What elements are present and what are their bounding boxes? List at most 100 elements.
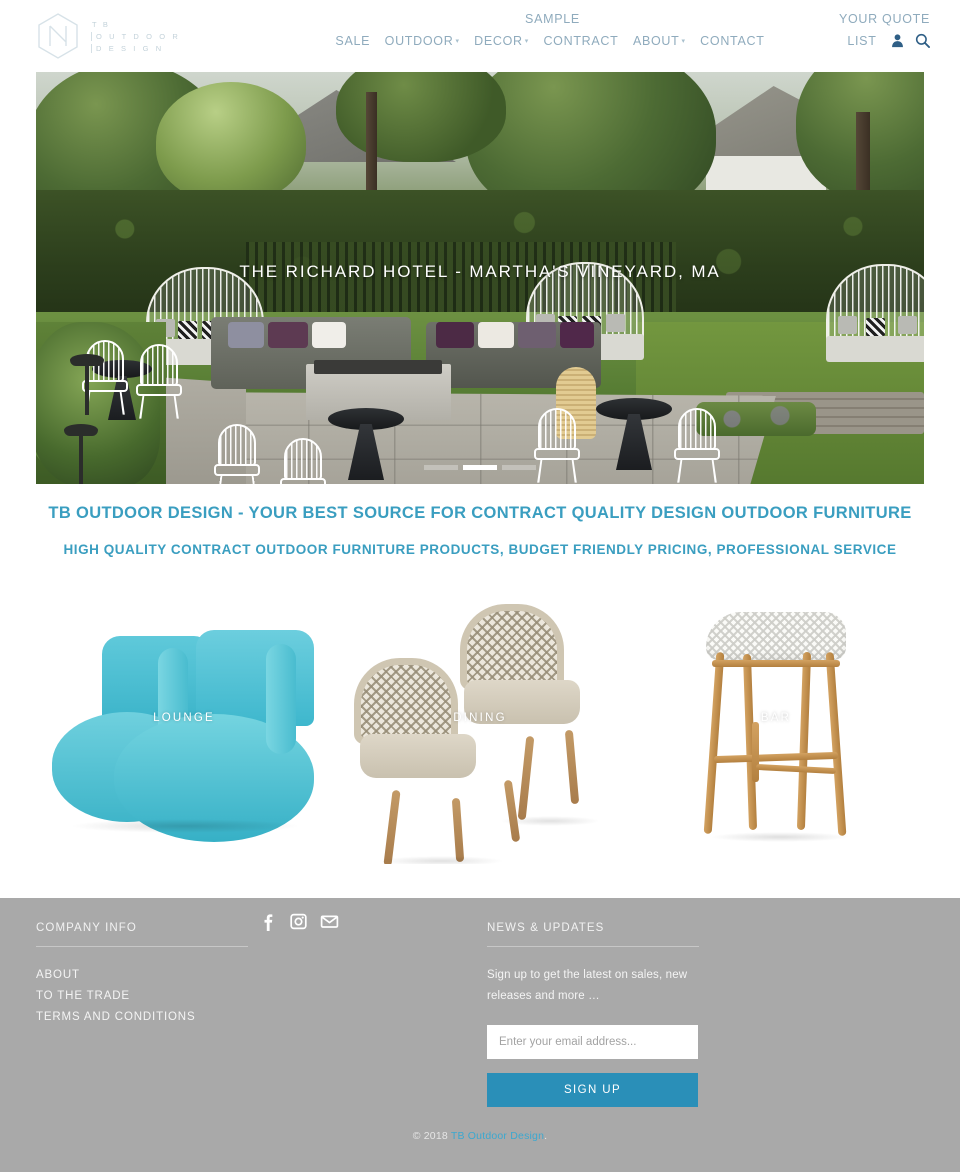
hero-dot-1[interactable] — [424, 465, 458, 470]
nav-label-outdoor: OUTDOOR — [384, 34, 454, 48]
category-card-bar[interactable]: BAR — [628, 594, 924, 864]
copyright-line: © 2018 TB Outdoor Design. — [0, 1130, 960, 1142]
drop-shadow — [70, 819, 300, 833]
user-icon[interactable] — [890, 33, 905, 48]
chair-legs — [217, 475, 257, 484]
chevron-down-icon: ▾ — [681, 38, 686, 45]
daybed-base — [826, 336, 924, 362]
hexagon-logo-icon — [38, 13, 78, 59]
cushion — [268, 322, 308, 348]
chair-back — [354, 658, 458, 744]
cushion — [436, 322, 474, 348]
footer-company-heading: COMPANY INFO — [36, 922, 137, 934]
footer-link-about[interactable]: ABOUT — [36, 965, 248, 986]
lounge-backrest — [196, 630, 314, 726]
stool-stretcher — [755, 763, 837, 775]
footer-company-links: ABOUT TO THE TRADE TERMS AND CONDITIONS — [36, 965, 248, 1028]
nav-item-contract[interactable]: CONTRACT — [538, 31, 623, 52]
light-pole — [85, 365, 89, 415]
search-icon[interactable] — [915, 33, 930, 48]
category-grid: LOUNGE DINING BAR — [36, 594, 924, 864]
stool-leg — [703, 651, 725, 835]
instagram-icon[interactable] — [289, 912, 308, 931]
nav-label-about: ABOUT — [632, 34, 680, 48]
nav-item-about[interactable]: ABOUT ▾ — [628, 31, 691, 54]
pillow — [898, 316, 917, 334]
stool-rail — [712, 660, 840, 667]
quote-list-link-top[interactable]: YOUR QUOTE — [839, 12, 930, 26]
cushion — [478, 322, 514, 348]
stool-leg — [825, 651, 847, 837]
pillow — [838, 316, 857, 334]
site-logo[interactable]: T B O U T D O O R D E S I G N — [36, 12, 180, 60]
nav-label-decor: DECOR — [474, 34, 523, 48]
stool-leg — [796, 651, 812, 831]
chair-legs — [677, 459, 717, 483]
logo-text-design: D E S I G N — [91, 43, 180, 53]
chair-back — [218, 424, 256, 466]
fire-pit-top — [314, 360, 442, 374]
wire-chair — [136, 344, 182, 419]
footer-company-column: COMPANY INFO ABOUT TO THE TRADE TERMS AN… — [36, 922, 248, 1028]
cushion — [228, 322, 264, 348]
hero-pagination[interactable] — [36, 465, 924, 470]
chair-back — [140, 344, 178, 386]
nav-item-outdoor[interactable]: OUTDOOR ▾ — [380, 31, 465, 54]
quote-list-link-bottom[interactable]: LIST — [847, 34, 876, 48]
chair-seat — [464, 680, 580, 724]
chair-back — [538, 408, 576, 450]
hero-slider[interactable]: THE RICHARD HOTEL - MARTHA'S VINEYARD, M… — [36, 72, 924, 484]
stool-footrest — [713, 751, 839, 764]
chair-seat — [674, 448, 720, 460]
nav-item-decor[interactable]: DECOR ▾ — [469, 31, 534, 54]
site-footer: COMPANY INFO ABOUT TO THE TRADE TERMS AN… — [0, 898, 960, 1172]
stool-stretcher — [752, 722, 759, 782]
drop-shadow — [710, 832, 850, 842]
pillow — [178, 321, 197, 339]
category-card-dining[interactable]: DINING — [332, 594, 628, 864]
dining-illustration — [332, 594, 628, 864]
nav-row-main: SALE OUTDOOR ▾ DECOR ▾ CONTRACT ABOUT ▾ CON… — [300, 30, 800, 54]
newsletter-signup-button[interactable]: SIGN UP — [487, 1073, 698, 1107]
category-card-lounge[interactable]: LOUNGE — [36, 594, 332, 864]
header-icon-row — [890, 33, 930, 48]
cushion — [312, 322, 346, 348]
chair-back — [678, 408, 716, 450]
footer-news-copy: Sign up to get the latest on sales, new … — [487, 969, 688, 1002]
quote-list-line1: YOUR QUOTE — [839, 8, 930, 30]
tree — [156, 82, 306, 202]
quote-list-line2: LIST — [839, 30, 930, 52]
tree — [336, 72, 506, 162]
nav-item-contact[interactable]: CONTACT — [695, 31, 769, 52]
main-navigation: SAMPLE SALE OUTDOOR ▾ DECOR ▾ CONTRACT ABO… — [300, 8, 800, 54]
copyright-prefix: © 2018 — [412, 1130, 451, 1142]
hero-dot-2[interactable] — [463, 465, 497, 470]
email-icon[interactable] — [320, 912, 339, 931]
nav-item-sale[interactable]: SALE — [330, 31, 375, 52]
bar-illustration — [628, 594, 924, 864]
footer-news-heading: NEWS & UPDATES — [487, 922, 605, 934]
footer-link-to-the-trade[interactable]: TO THE TRADE — [36, 986, 248, 1007]
chair-leg — [451, 797, 465, 863]
facebook-icon[interactable] — [258, 912, 277, 931]
newsletter-email-input[interactable] — [487, 1025, 698, 1059]
chevron-down-icon: ▾ — [455, 38, 460, 45]
chair-leg — [517, 735, 535, 821]
stool-seat — [706, 612, 846, 660]
wire-chair — [280, 438, 326, 484]
chair-back — [284, 438, 322, 480]
footer-social-row — [258, 912, 339, 931]
chair-leg — [383, 789, 401, 864]
nav-item-sample[interactable]: SAMPLE — [520, 9, 580, 30]
light-pole — [79, 435, 83, 484]
divider — [487, 946, 699, 947]
logo-text-tb: T B — [92, 19, 111, 29]
footer-link-terms-and-conditions[interactable]: TERMS AND CONDITIONS — [36, 1007, 248, 1028]
chair-legs — [537, 459, 577, 483]
page-title: TB OUTDOOR DESIGN - YOUR BEST SOURCE FOR… — [48, 504, 912, 522]
page-subtitle: HIGH QUALITY CONTRACT OUTDOOR FURNITURE … — [63, 542, 897, 557]
chair-leg — [564, 729, 580, 805]
hero-dot-3[interactable] — [502, 465, 536, 470]
copyright-brand-link[interactable]: TB Outdoor Design — [451, 1130, 544, 1142]
logo-text-outdoor: O U T D O O R — [91, 31, 180, 41]
